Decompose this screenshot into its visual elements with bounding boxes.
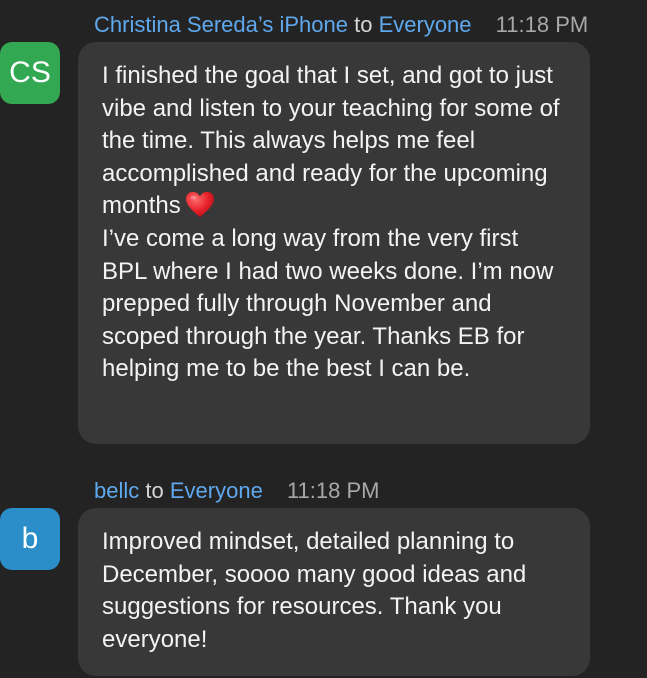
message-timestamp: 11:18 PM xyxy=(495,12,589,37)
message-bubble: I finished the goal that I set, and got … xyxy=(78,42,590,444)
message-text-part1: I finished the goal that I set, and got … xyxy=(102,62,560,220)
chat-panel: Christina Sereda’s iPhone to Everyone 11… xyxy=(0,0,647,678)
avatar[interactable]: b xyxy=(0,508,60,570)
message-header: Christina Sereda’s iPhone to Everyone 11… xyxy=(94,12,588,38)
to-label: to xyxy=(145,478,164,503)
sender-name[interactable]: Christina Sereda’s iPhone xyxy=(94,12,348,37)
message-header: bellc to Everyone 11:18 PM xyxy=(94,478,379,504)
red-heart-icon xyxy=(185,192,214,218)
message-text: Improved mindset, detailed planning to D… xyxy=(102,528,527,653)
message-text: I finished the goal that I set, and got … xyxy=(102,60,566,223)
recipient-name[interactable]: Everyone xyxy=(379,12,472,37)
sender-name[interactable]: bellc xyxy=(94,478,139,503)
avatar[interactable]: CS xyxy=(0,42,60,104)
message-bubble: Improved mindset, detailed planning to D… xyxy=(78,508,590,676)
to-label: to xyxy=(354,12,373,37)
message-text-part2: I’ve come a long way from the very first… xyxy=(102,224,554,383)
recipient-name[interactable]: Everyone xyxy=(170,478,263,503)
message-timestamp: 11:18 PM xyxy=(286,478,380,503)
